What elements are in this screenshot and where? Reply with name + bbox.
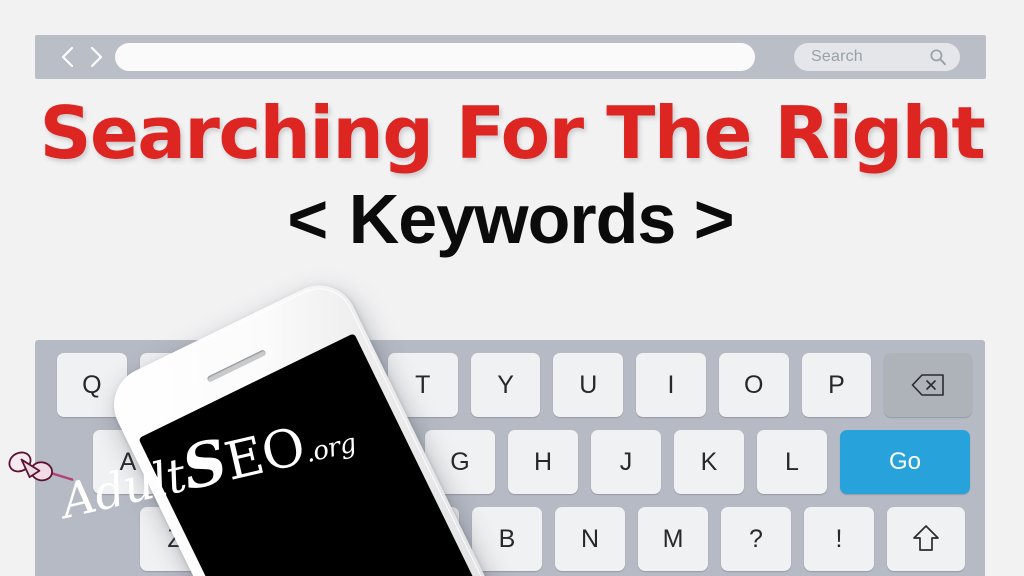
browser-toolbar: Search — [35, 35, 986, 79]
headline-primary: Searching For The Right — [39, 91, 986, 175]
key-b[interactable]: B — [472, 507, 542, 571]
angle-bracket-open: < — [287, 180, 331, 258]
key-l[interactable]: L — [757, 430, 827, 494]
shift-up-arrow-icon — [912, 524, 940, 554]
key-k[interactable]: K — [674, 430, 744, 494]
key-g-label: G — [450, 447, 470, 476]
key-h-label: H — [533, 447, 553, 476]
key-o[interactable]: O — [718, 353, 789, 417]
key-question-label: ? — [749, 524, 763, 553]
key-k-label: K — [700, 447, 718, 476]
key-delete[interactable] — [884, 353, 973, 417]
key-u[interactable]: U — [553, 353, 624, 417]
key-shift[interactable] — [887, 507, 965, 571]
key-y[interactable]: Y — [470, 353, 541, 417]
key-go[interactable]: Go — [840, 430, 970, 494]
angle-bracket-close: > — [693, 180, 737, 258]
key-o-label: O — [744, 370, 764, 399]
chevron-left-icon[interactable] — [57, 44, 79, 70]
key-n[interactable]: N — [555, 507, 625, 571]
magnifier-icon — [929, 48, 947, 66]
key-q-label: Q — [82, 370, 102, 399]
search-placeholder-text: Search — [811, 48, 863, 65]
url-input[interactable] — [115, 43, 755, 71]
search-input[interactable]: Search — [794, 43, 960, 71]
key-m-label: M — [662, 524, 684, 553]
headline-group: Searching For The Right < Keywords > — [0, 92, 1024, 258]
key-question[interactable]: ? — [721, 507, 791, 571]
key-p[interactable]: P — [801, 353, 872, 417]
key-y-label: Y — [497, 370, 514, 399]
key-n-label: N — [580, 524, 600, 553]
key-l-label: L — [785, 447, 799, 476]
key-h[interactable]: H — [508, 430, 578, 494]
key-p-label: P — [828, 370, 845, 399]
key-go-label: Go — [888, 448, 921, 475]
key-m[interactable]: M — [638, 507, 708, 571]
key-j[interactable]: J — [591, 430, 661, 494]
key-i-label: I — [667, 370, 675, 399]
key-u-label: U — [579, 370, 598, 399]
key-t-label: T — [415, 370, 431, 399]
backspace-icon — [911, 373, 945, 397]
chevron-right-icon[interactable] — [85, 44, 107, 70]
key-exclamation[interactable]: ! — [804, 507, 874, 571]
key-j-label: J — [619, 447, 633, 476]
headline-keyword: Keywords — [348, 180, 677, 258]
headline-secondary: < Keywords > — [0, 180, 1024, 258]
key-b-label: B — [498, 524, 516, 553]
poster-canvas: Search Searching For The Right < Keyword… — [0, 0, 1024, 576]
key-i[interactable]: I — [636, 353, 706, 417]
key-exclamation-label: ! — [835, 524, 843, 553]
